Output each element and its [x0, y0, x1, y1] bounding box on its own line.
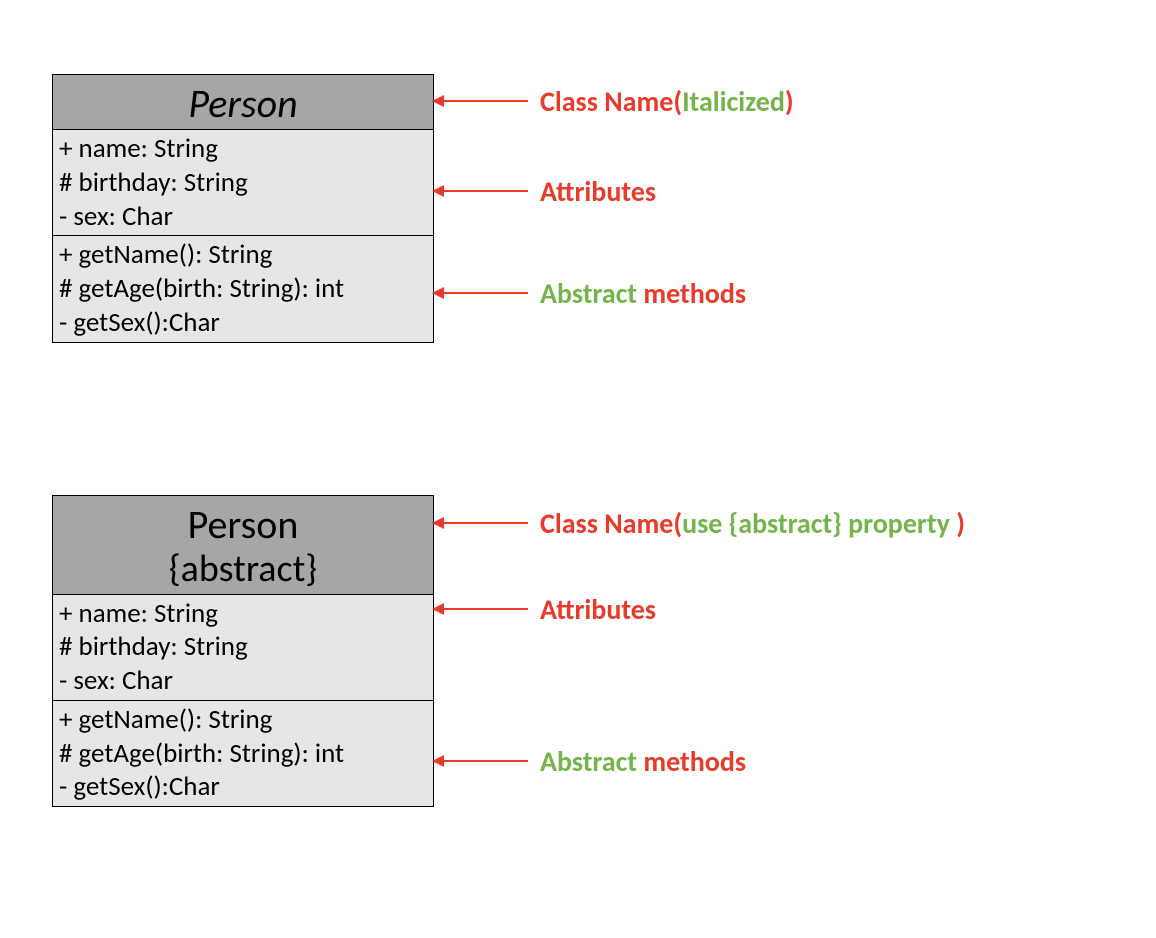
- uml1-class-name: Person: [57, 81, 429, 127]
- uml2-methods: + getName(): String # getAge(birth: Stri…: [53, 700, 433, 806]
- uml1-method: + getName(): String: [59, 238, 427, 272]
- uml-class-box-2: Person {abstract} + name: String # birth…: [52, 495, 434, 807]
- uml1-attr: + name: String: [59, 132, 427, 166]
- uml2-header: Person {abstract}: [53, 496, 433, 595]
- uml-class-box-1: Person + name: String # birthday: String…: [52, 74, 434, 343]
- uml1-attributes: + name: String # birthday: String - sex:…: [53, 130, 433, 235]
- ann-text: Abstract: [540, 744, 637, 779]
- uml2-method: - getSex():Char: [59, 770, 427, 804]
- ann-class-name-2: Class Name(use {abstract} property ): [540, 506, 965, 541]
- ann-methods-2: Abstract methods: [540, 744, 746, 779]
- uml1-attr: # birthday: String: [59, 166, 427, 200]
- uml2-method: # getAge(birth: String): int: [59, 737, 427, 771]
- ann-methods-1: Abstract methods: [540, 276, 746, 311]
- ann-text: methods: [637, 744, 746, 779]
- ann-attributes-1: Attributes: [540, 174, 656, 209]
- uml2-attributes: + name: String # birthday: String - sex:…: [53, 595, 433, 700]
- uml2-attr: # birthday: String: [59, 630, 427, 664]
- uml1-header: Person: [53, 75, 433, 130]
- ann-text: Class Name(: [540, 84, 682, 119]
- ann-text: Attributes: [540, 592, 656, 627]
- ann-text: ): [956, 506, 965, 541]
- ann-text: Attributes: [540, 174, 656, 209]
- uml1-method: - getSex():Char: [59, 306, 427, 340]
- ann-text: ): [785, 84, 794, 119]
- uml2-attr: + name: String: [59, 597, 427, 631]
- ann-text: Abstract: [540, 276, 637, 311]
- uml2-attr: - sex: Char: [59, 664, 427, 698]
- uml2-class-name: Person: [57, 502, 429, 548]
- uml1-attr: - sex: Char: [59, 200, 427, 234]
- ann-text: Class Name(: [540, 506, 682, 541]
- ann-class-name-1: Class Name(Italicized): [540, 84, 794, 119]
- uml2-class-tag: {abstract}: [57, 548, 429, 592]
- ann-text: use {abstract} property: [682, 506, 956, 541]
- uml2-method: + getName(): String: [59, 703, 427, 737]
- ann-attributes-2: Attributes: [540, 592, 656, 627]
- ann-text: Italicized: [682, 84, 785, 119]
- uml1-method: # getAge(birth: String): int: [59, 272, 427, 306]
- ann-text: methods: [637, 276, 746, 311]
- uml1-methods: + getName(): String # getAge(birth: Stri…: [53, 235, 433, 341]
